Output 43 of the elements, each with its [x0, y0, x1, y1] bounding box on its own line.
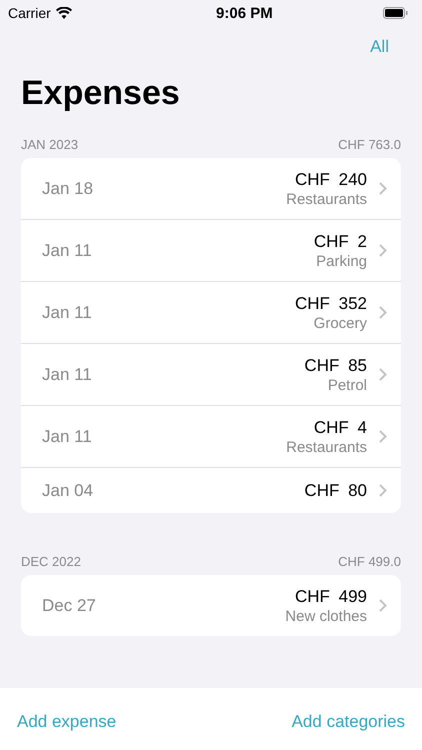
expense-row[interactable]: Jan 11 CHF 2 Parking: [21, 220, 401, 282]
page-title: Expenses: [21, 73, 181, 114]
battery-icon: [382, 7, 408, 19]
expense-amount: CHF 85: [304, 356, 367, 376]
expense-amount: CHF 499: [294, 586, 367, 606]
carrier-label: Carrier: [8, 5, 51, 21]
expense-date: Jan 11: [42, 364, 93, 384]
expense-category: Petrol: [328, 376, 367, 394]
expense-amount: CHF 2: [314, 232, 367, 252]
section-total: CHF 499.0: [338, 554, 401, 569]
chevron-icon: [379, 484, 387, 497]
expense-category: Grocery: [314, 314, 367, 332]
expense-row[interactable]: Jan 11 CHF 4 Restaurants: [21, 406, 401, 468]
section-total: CHF 763.0: [338, 137, 401, 152]
expense-row[interactable]: Dec 27 CHF 499 New clothes: [21, 575, 401, 636]
expense-date: Jan 11: [42, 240, 93, 260]
expense-date: Dec 27: [42, 596, 97, 616]
chevron-icon: [379, 430, 387, 443]
chevron-icon: [379, 182, 387, 195]
expense-date: Jan 11: [42, 426, 93, 446]
expense-row[interactable]: Jan 11 CHF 352 Grocery: [21, 282, 401, 344]
chevron-icon: [379, 368, 387, 381]
expense-amount: CHF 352: [294, 294, 367, 314]
expense-row[interactable]: Jan 18 CHF 240 Restaurants: [21, 158, 401, 220]
expense-category: Parking: [316, 252, 367, 270]
expense-row[interactable]: Jan 04 CHF 80: [21, 468, 401, 513]
section-header: JAN 2023: [21, 137, 78, 152]
expense-category: Restaurants: [286, 438, 367, 456]
expense-amount: CHF 4: [314, 418, 367, 438]
expense-amount: CHF 80: [304, 480, 367, 500]
expense-date: Jan 18: [42, 178, 94, 198]
expense-category: Restaurants: [286, 190, 367, 208]
chevron-icon: [379, 599, 387, 612]
expense-row[interactable]: Jan 11 CHF 85 Petrol: [21, 344, 401, 406]
status-time: 9:06 PM: [216, 4, 273, 22]
expense-amount: CHF 240: [294, 170, 367, 190]
expense-category: New clothes: [285, 608, 367, 624]
chevron-icon: [379, 306, 387, 319]
expense-date: Jan 11: [42, 302, 93, 322]
wifi-icon: [56, 7, 72, 19]
expense-date: Jan 04: [42, 480, 94, 500]
section-header: DEC 2022: [21, 554, 81, 569]
chevron-icon: [379, 244, 387, 257]
